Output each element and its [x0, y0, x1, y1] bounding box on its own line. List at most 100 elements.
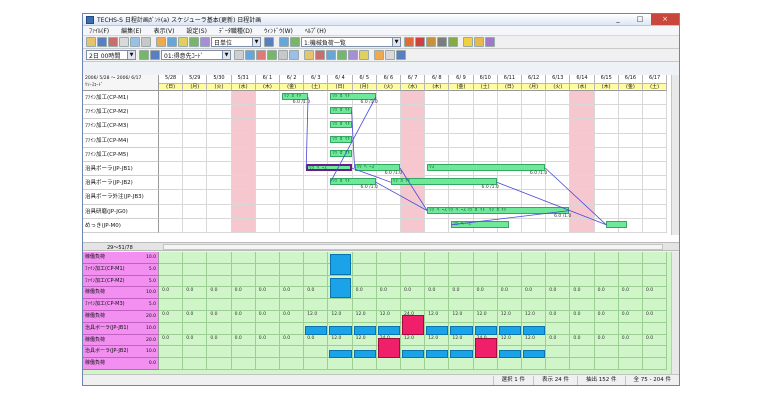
link-icon[interactable]	[245, 50, 255, 60]
resource-row-label[interactable]: ﾌｧｲﾝ加工(CP-M5)	[83, 147, 159, 162]
menu-view[interactable]: 表示(V)	[148, 26, 181, 35]
date-label: 6/ 4	[335, 75, 345, 81]
unlock-icon[interactable]	[315, 50, 325, 60]
color-icon[interactable]	[348, 50, 358, 60]
schedule-bar[interactable]: ﾘｸﾞﾍﾞｰｽ ﾘｸﾞﾍﾞｰｽ ﾘｸﾞｶﾞｲﾄﾞ ﾘｸﾞｶﾞｲﾄﾞ	[427, 206, 570, 214]
schedule-bar[interactable]: ﾘｸﾞｶﾞｲﾄﾞ	[330, 121, 352, 129]
load-value: 0.0	[210, 335, 218, 341]
menu-data[interactable]: ﾃﾞｰﾀ職種(D)	[213, 26, 258, 35]
resource-row-label[interactable]: ﾌｧｲﾝ加工(CP-M1)	[83, 91, 159, 106]
schedule-bar[interactable]: ﾘｸﾞｶﾞｲﾄﾞ	[330, 135, 352, 143]
schedule-bar[interactable]: ﾘｽ	[427, 164, 546, 171]
info-icon[interactable]	[396, 50, 406, 60]
load-row-label: ﾌｧｲﾝ加工(CP-M2) 5.0	[83, 275, 159, 288]
load-row-label: 治具ボーラ(JP-JB2) 10.0	[83, 346, 159, 359]
help-icon[interactable]	[485, 37, 495, 47]
align-icon[interactable]	[326, 50, 336, 60]
wizard-icon[interactable]	[178, 37, 188, 47]
edit-icon[interactable]	[463, 37, 473, 47]
weekday-label: (火)	[207, 83, 231, 90]
resource-row-label[interactable]: ﾌｧｲﾝ加工(CP-M2)	[83, 105, 159, 120]
resource-row-label[interactable]: 治具ボーラ外注(JP-JB3)	[83, 190, 159, 205]
day-column	[256, 91, 280, 233]
table-icon[interactable]	[150, 50, 160, 60]
split-icon[interactable]	[278, 50, 288, 60]
resource-row-label[interactable]: めっき(JP-M0)	[83, 218, 159, 233]
date-header: 6/ 7 (水)	[401, 75, 426, 91]
preview-icon[interactable]	[130, 37, 140, 47]
schedule-bar[interactable]: ﾘｸﾞｶﾞｲﾄﾞ	[330, 107, 352, 115]
load-block	[426, 326, 449, 335]
unlink-icon[interactable]	[256, 50, 266, 60]
move-icon[interactable]	[267, 50, 277, 60]
schedule-bar[interactable]: ﾘｸﾞﾍﾞｰｽ	[354, 164, 400, 171]
close-button[interactable]: ×	[651, 14, 679, 25]
list-icon[interactable]	[139, 50, 149, 60]
grid-icon[interactable]	[264, 37, 274, 47]
gantt-horizontal-scrollbar[interactable]: 29～51/78	[83, 242, 679, 251]
minimize-button[interactable]: _	[607, 14, 629, 25]
highlight-icon[interactable]	[359, 50, 369, 60]
undo-icon[interactable]	[374, 50, 384, 60]
arrow-icon[interactable]	[448, 37, 458, 47]
zoom-icon[interactable]	[234, 50, 244, 60]
export-icon[interactable]	[290, 37, 300, 47]
load-cell	[473, 252, 498, 264]
stop-icon[interactable]	[404, 37, 414, 47]
chart-icon[interactable]	[167, 37, 177, 47]
schedule-bar[interactable]: ﾘｸﾞﾍﾞｰｽ	[451, 220, 509, 228]
print-icon[interactable]	[119, 37, 129, 47]
period-select[interactable]: 2日 00時間 ▼	[86, 50, 136, 60]
load-cell	[594, 322, 619, 335]
resource-row-label[interactable]: 治具研磨(JP-JG0)	[83, 204, 159, 219]
menu-settings[interactable]: 設定(S)	[180, 26, 213, 35]
schedule-bar[interactable]: ﾘｸﾞﾍﾞｰｽ	[306, 164, 352, 171]
date-label: 6/11	[503, 75, 515, 81]
load-cell	[207, 358, 232, 370]
merge-icon[interactable]	[289, 50, 299, 60]
sort-icon[interactable]	[337, 50, 347, 60]
copy-icon[interactable]	[108, 37, 118, 47]
redo-icon[interactable]	[385, 50, 395, 60]
list-select[interactable]: 1:機械負荷一覧 ▼	[301, 37, 401, 47]
resource-row-label[interactable]: ﾌｧｲﾝ加工(CP-M3)	[83, 119, 159, 134]
filter-icon[interactable]	[200, 37, 210, 47]
scroll-track[interactable]	[163, 244, 663, 250]
schedule-bar[interactable]: ﾘｸﾞｶﾞｲﾄﾞ	[330, 93, 376, 100]
load-cell	[207, 263, 232, 276]
date-header: 6/15 (木)	[594, 75, 619, 91]
resource-row-label[interactable]: ﾌｧｲﾝ加工(CP-M4)	[83, 133, 159, 148]
schedule-icon[interactable]	[156, 37, 166, 47]
schedule-bar[interactable]: ﾘｸﾞｶﾞｲﾄﾞ	[282, 93, 309, 100]
unit-select[interactable]: 日単位 ▼	[211, 37, 261, 47]
customer-select[interactable]: 01:得意先ｺｰﾄﾞ ▼	[161, 50, 231, 60]
menu-edit[interactable]: 編集(E)	[115, 26, 147, 35]
search-icon[interactable]	[141, 37, 151, 47]
menu-window[interactable]: ｳｨﾝﾄﾞｳ(W)	[258, 26, 299, 35]
user-icon[interactable]	[437, 37, 447, 47]
lock-icon[interactable]	[304, 50, 314, 60]
resource-row-label[interactable]: 治具ボーラ(JP-JB1)	[83, 162, 159, 177]
load-vertical-scrollbar[interactable]	[671, 252, 679, 374]
schedule-bar[interactable]: ﾘｸﾞｶﾞｲﾄﾞ	[390, 178, 497, 186]
maximize-button[interactable]: □	[629, 14, 651, 25]
refresh-icon[interactable]	[189, 37, 199, 47]
resource-row-label[interactable]: 治具ボーラ(JP-JB2)	[83, 176, 159, 191]
schedule-bar[interactable]	[606, 220, 628, 228]
monitor-icon[interactable]	[279, 37, 289, 47]
save-icon[interactable]	[97, 37, 107, 47]
gantt-vertical-scrollbar[interactable]	[671, 75, 679, 235]
schedule-bar[interactable]: ﾘｸﾞｶﾞｲﾄﾞ	[330, 149, 352, 157]
load-cell	[618, 299, 643, 311]
record-icon[interactable]	[415, 37, 425, 47]
load-label-text: 治具ボーラ(JP-JB1)	[85, 324, 129, 331]
open-icon[interactable]	[86, 37, 96, 47]
load-value: 0.0	[621, 335, 629, 341]
menu-help[interactable]: ﾍﾙﾌﾟ(H)	[299, 26, 332, 35]
menu-file[interactable]: ﾌｧｲﾙ(F)	[83, 26, 115, 35]
folder-icon[interactable]	[474, 37, 484, 47]
load-cell	[159, 252, 184, 264]
load-label-count: 0.0	[148, 361, 156, 367]
settings-icon[interactable]	[426, 37, 436, 47]
row-divider	[159, 217, 668, 219]
